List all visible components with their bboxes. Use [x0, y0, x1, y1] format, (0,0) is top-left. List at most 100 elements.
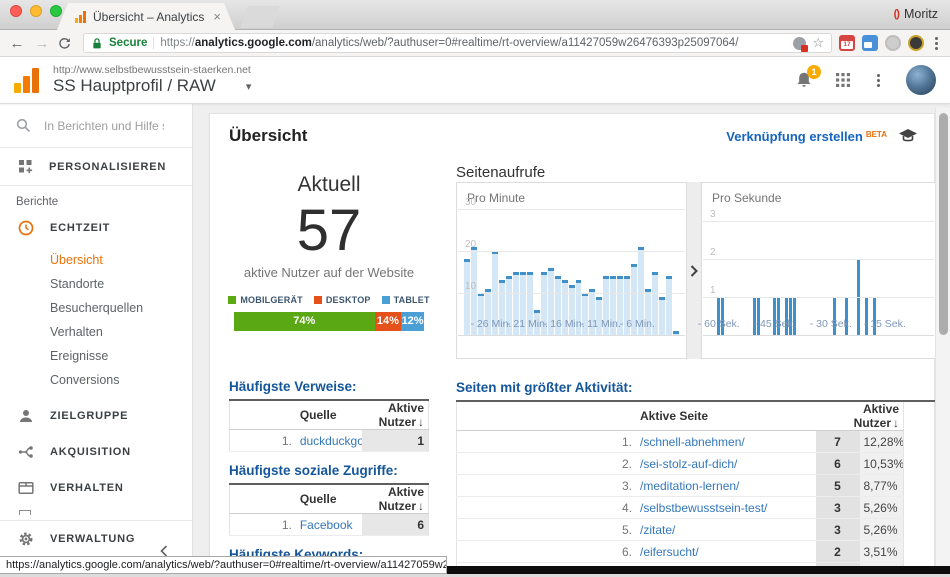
- chart-bar: [849, 203, 852, 335]
- more-options-icon[interactable]: [873, 74, 884, 87]
- referrals-table: Quelle Aktive Nutzer↓ 1.duckduckgo.com1: [229, 401, 429, 452]
- y-axis-tick: 2: [710, 247, 716, 258]
- sidebar-item-conversions[interactable]: Conversions: [50, 368, 192, 392]
- close-window-button[interactable]: [10, 5, 22, 17]
- chart-bar: [813, 203, 816, 335]
- back-button[interactable]: ←: [8, 36, 26, 51]
- avatar[interactable]: [906, 65, 936, 95]
- sidebar: PERSONALISIEREN Berichte ECHTZEIT Übersi…: [0, 104, 193, 577]
- row-percentage: 5,26%: [860, 497, 904, 519]
- legend-swatch-icon: [228, 296, 236, 304]
- chart-bar: [757, 203, 760, 335]
- account-block[interactable]: http://www.selbstbewusstsein-staerken.ne…: [53, 64, 251, 96]
- col-source[interactable]: Quelle: [296, 485, 362, 514]
- forward-button: →: [33, 36, 51, 51]
- notification-badge: 1: [807, 65, 821, 79]
- close-tab-icon[interactable]: ×: [213, 9, 221, 24]
- col-active-page[interactable]: Aktive Seite: [636, 402, 816, 431]
- sidebar-item-realtime[interactable]: ECHTZEIT: [0, 210, 192, 246]
- row-active-users: 3: [816, 519, 860, 541]
- chart-bar: [873, 203, 876, 335]
- new-tab-button[interactable]: [240, 6, 280, 28]
- sidebar-item-behavior[interactable]: VERHALTEN: [0, 470, 192, 506]
- chart-bar: [777, 203, 780, 335]
- graduation-cap-icon[interactable]: [898, 128, 918, 144]
- sidebar-item-audience[interactable]: ZIELGRUPPE: [0, 398, 192, 434]
- sidebar-item-verhalten-sub[interactable]: Verhalten: [50, 320, 192, 344]
- row-active-users: 5: [816, 475, 860, 497]
- sort-desc-icon: ↓: [418, 499, 424, 513]
- row-link[interactable]: /eifersucht/: [640, 545, 699, 559]
- chart-bar: [817, 203, 820, 335]
- chart-bar: [925, 203, 928, 335]
- fullscreen-window-button[interactable]: [50, 5, 62, 17]
- table-row: 1.duckduckgo.com1: [230, 430, 429, 452]
- col-source[interactable]: Quelle: [296, 401, 362, 430]
- minimize-window-button[interactable]: [30, 5, 42, 17]
- table-row: 3./meditation-lernen/58,77%: [457, 475, 904, 497]
- vertical-scrollbar[interactable]: [935, 108, 950, 577]
- chart-bar: [889, 203, 892, 335]
- reload-button[interactable]: [58, 37, 76, 50]
- row-rank: 2.: [457, 453, 637, 475]
- col-users[interactable]: Aktive Nutzer↓: [816, 402, 904, 431]
- row-link[interactable]: /selbstbewusstsein-test/: [640, 501, 767, 515]
- sidebar-item-acquisition[interactable]: AKQUISITION: [0, 434, 192, 470]
- row-active-users: 7: [816, 431, 860, 453]
- row-link[interactable]: Facebook: [300, 518, 353, 532]
- table-row: 5./zitate/35,26%: [457, 519, 904, 541]
- sidebar-search[interactable]: [0, 104, 192, 148]
- row-active-users: 6: [816, 453, 860, 475]
- chart-bar: [761, 203, 764, 335]
- pageviews-title: Seitenaufrufe: [456, 164, 936, 182]
- property-url: http://www.selbstbewusstsein-staerken.ne…: [53, 64, 251, 76]
- chart-bar: [709, 203, 712, 335]
- sidebar-item-uebersicht[interactable]: Übersicht: [50, 248, 192, 272]
- page-title: Übersicht: [229, 126, 307, 146]
- scrollbar-thumb[interactable]: [939, 113, 948, 335]
- status-bar-url: https://analytics.google.com/analytics/w…: [0, 556, 447, 574]
- table-row: 4./selbstbewusstsein-test/35,26%: [457, 497, 904, 519]
- calendar-extension-icon[interactable]: 17: [839, 35, 855, 51]
- view-selector[interactable]: SS Hauptprofil / RAW ▾: [53, 76, 251, 96]
- chrome-profile-chip[interactable]: () Moritz: [894, 7, 938, 21]
- translate-icon[interactable]: [793, 37, 806, 50]
- row-link[interactable]: /sei-stolz-auf-dich/: [640, 457, 737, 471]
- stackbar-segment: 12%: [401, 312, 424, 331]
- x-axis-tick: - 15 Sek.: [864, 318, 906, 330]
- browser-toolbar: ← → Secure https://analytics.google.com/…: [0, 30, 950, 57]
- table-row: 1./schnell-abnehmen/712,28%: [457, 431, 904, 453]
- notifications-button[interactable]: 1: [795, 71, 813, 89]
- row-link[interactable]: /meditation-lernen/: [640, 479, 739, 493]
- sidebar-item-personalize[interactable]: PERSONALISIEREN: [0, 148, 192, 186]
- row-rank: 1.: [457, 431, 637, 453]
- analytics-logo-icon: [14, 67, 39, 93]
- chevron-right-icon[interactable]: [689, 264, 699, 278]
- profile-badge-icon: (): [894, 8, 899, 20]
- screenshot-extension-icon[interactable]: [862, 35, 878, 51]
- shortcut-link[interactable]: Verknüpfung erstellen: [726, 129, 863, 144]
- bookmark-star-icon[interactable]: ☆: [812, 35, 824, 51]
- sidebar-item-standorte[interactable]: Standorte: [50, 272, 192, 296]
- padlock-icon: [91, 37, 103, 50]
- apps-grid-icon[interactable]: [835, 72, 851, 88]
- sidebar-item-besucherquellen[interactable]: Besucherquellen: [50, 296, 192, 320]
- col-users[interactable]: Aktive Nutzer↓: [362, 485, 428, 514]
- pageviews-charts: Pro Minute - 26 Min.- 21 Min.- 16 Min.- …: [456, 182, 936, 359]
- row-link[interactable]: duckduckgo.com: [300, 434, 362, 448]
- extension-icon-gold[interactable]: [908, 35, 924, 51]
- chart-bar: [737, 203, 740, 335]
- row-link[interactable]: /schnell-abnehmen/: [640, 435, 745, 449]
- create-shortcut[interactable]: Verknüpfung erstellen BETA: [726, 128, 918, 144]
- chrome-menu-icon[interactable]: [931, 37, 942, 50]
- reload-icon: [58, 37, 71, 50]
- col-users[interactable]: Aktive Nutzer↓: [362, 401, 428, 430]
- browser-window-icon: [18, 480, 34, 496]
- search-input[interactable]: [44, 119, 164, 133]
- extension-icon-gray[interactable]: [885, 35, 901, 51]
- address-bar[interactable]: Secure https://analytics.google.com/anal…: [83, 33, 832, 53]
- browser-tab[interactable]: Übersicht – Analytics ×: [57, 3, 235, 30]
- sidebar-item-ereignisse[interactable]: Ereignisse: [50, 344, 192, 368]
- chart-bar: [829, 203, 832, 335]
- row-link[interactable]: /zitate/: [640, 523, 675, 537]
